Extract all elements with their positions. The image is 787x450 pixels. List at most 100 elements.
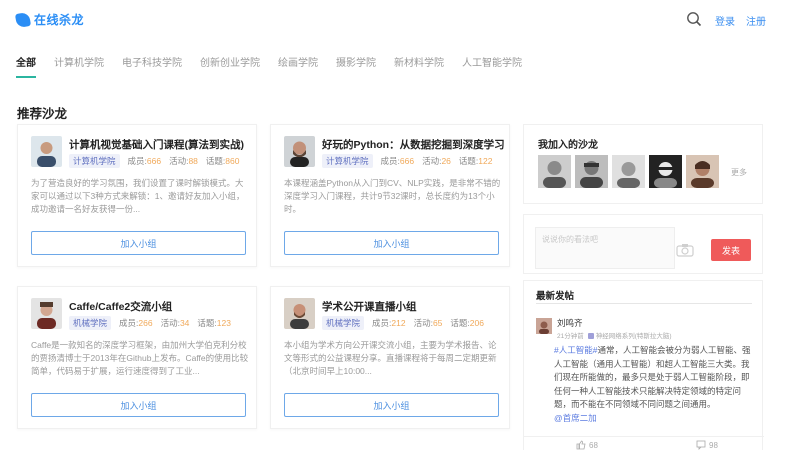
salon-avatar[interactable] [31,136,62,167]
salon-description: Caffe是一款知名的深度学习框架，由加州大学伯克利分校的贾扬清博士于2013年… [31,340,249,376]
joined-avatar[interactable] [538,155,571,188]
tab-materials[interactable]: 新材料学院 [394,54,444,78]
topics-count: 122 [478,156,493,166]
group-icon [587,333,594,339]
members-label: 成员: [372,318,392,328]
salon-description: 为了营造良好的学习氛围，我们设置了课时解锁模式。大家可以通过以下3种方式来解锁：… [31,178,245,214]
activities-label: 活动: [160,318,180,328]
salon-description: 本小组为学术方向公开课交流小组，主要为学术报告、论文等形式的公益课程分享。直播课… [284,340,497,376]
divider [524,436,764,437]
members-count: 666 [399,156,415,166]
comment-count: 98 [709,440,718,450]
salon-tag[interactable]: 计算机学院 [69,154,120,168]
publish-button[interactable]: 发表 [711,239,751,261]
activities-stat: 活动:88 [169,155,198,167]
tab-photography[interactable]: 摄影学院 [336,54,376,78]
post-mention[interactable]: @首席二加 [554,413,597,423]
activities-label: 活动: [413,318,433,328]
activities-label: 活动: [169,156,189,166]
topics-count: 860 [225,156,240,166]
salon-avatar[interactable] [31,298,62,329]
login-link[interactable]: 登录 [715,13,735,28]
divider [536,303,752,304]
tab-innovation[interactable]: 创新创业学院 [200,54,260,78]
more-link[interactable]: 更多 [731,167,747,178]
tab-all[interactable]: 全部 [16,54,36,78]
topics-stat: 话题:122 [459,155,493,167]
topics-count: 206 [469,318,484,328]
activities-label: 活动: [422,156,442,166]
salon-avatar[interactable] [284,298,315,329]
members-stat: 成员:212 [372,317,406,329]
salon-tag[interactable]: 机械学院 [322,316,365,330]
activities-count: 26 [441,156,451,166]
comment-button[interactable]: 98 [696,440,718,450]
salon-card: Caffe/Caffe2交流小组 机械学院 成员:266 活动:34 话题:12… [17,286,257,429]
post-input[interactable]: 说说你的看法吧 [535,227,675,269]
members-count: 212 [391,318,406,328]
like-button[interactable]: 68 [576,440,598,450]
section-title: 推荐沙龙 [17,107,68,121]
top-header: 在线杀龙 登录 注册 [0,0,787,38]
members-label: 成员: [127,156,147,166]
camera-icon[interactable] [676,243,694,257]
salon-tag[interactable]: 机械学院 [69,316,112,330]
avatar[interactable] [536,318,552,334]
salon-meta: 机械学院 成员:266 活动:34 话题:123 [69,316,239,330]
members-stat: 成员:666 [381,155,415,167]
members-count: 666 [146,156,162,166]
salon-title[interactable]: 计算机视觉基础入门课程(算法到实战) [69,137,244,152]
joined-avatar[interactable] [575,155,608,188]
post-group[interactable]: 神经网络系列(特斯拉大脑) [596,333,672,340]
comment-icon [696,440,706,450]
salon-tag[interactable]: 计算机学院 [322,154,373,168]
salon-avatar[interactable] [284,136,315,167]
activities-stat: 活动:26 [422,155,451,167]
category-tabs: 全部 计算机学院 电子科技学院 创新创业学院 绘画学院 摄影学院 新材料学院 人… [16,54,540,78]
salon-title[interactable]: 好玩的Python：从数据挖掘到深度学习 [322,137,505,152]
activities-stat: 活动:34 [161,317,190,329]
post-time: 21分钟前 神经网络系列(特斯拉大脑) [557,330,672,340]
post-time-text: 21分钟前 [557,333,584,340]
register-link[interactable]: 注册 [746,13,766,28]
joined-avatar[interactable] [612,155,645,188]
post-actions: 68 98 [524,436,764,450]
site-logo[interactable]: 在线杀龙 [14,11,84,28]
search-icon[interactable] [686,11,702,27]
salon-meta: 机械学院 成员:212 活动:65 话题:206 [322,316,492,330]
join-group-button[interactable]: 加入小组 [31,231,246,255]
joined-avatar[interactable] [686,155,719,188]
salon-card: 计算机视觉基础入门课程(算法到实战) 计算机学院 成员:666 活动:88 话题… [17,124,257,267]
tab-computer[interactable]: 计算机学院 [54,54,104,78]
members-count: 266 [138,318,153,328]
joined-salons-box: 我加入的沙龙 更多 [523,124,763,204]
activities-count: 65 [432,318,443,328]
members-stat: 成员:666 [128,155,162,167]
post-body: #人工智能#通常，人工智能会被分为弱人工智能、强人工智能（通用人工智能）和超人工… [554,344,756,425]
salon-title[interactable]: 学术公开课直播小组 [322,299,417,314]
activities-count: 88 [188,156,198,166]
activities-stat: 活动:65 [414,317,443,329]
join-group-button[interactable]: 加入小组 [284,231,499,255]
join-group-button[interactable]: 加入小组 [31,393,246,417]
tab-painting[interactable]: 绘画学院 [278,54,318,78]
salon-title[interactable]: Caffe/Caffe2交流小组 [69,299,172,314]
topics-stat: 话题:206 [450,317,484,329]
topics-label: 话题: [458,156,479,166]
topics-label: 话题: [450,318,470,328]
salon-card: 学术公开课直播小组 机械学院 成员:212 活动:65 话题:206 本小组为学… [270,286,510,429]
post-hashtag[interactable]: #人工智能# [554,345,597,355]
topics-count: 123 [216,318,231,328]
post-author[interactable]: 刘鸣齐 [557,317,583,329]
salon-card: 好玩的Python：从数据挖掘到深度学习 计算机学院 成员:666 活动:26 … [270,124,510,267]
salon-meta: 计算机学院 成员:666 活动:26 话题:122 [322,154,500,168]
tab-ai[interactable]: 人工智能学院 [462,54,522,78]
tab-electronics[interactable]: 电子科技学院 [122,54,182,78]
logo-icon [14,11,32,28]
topics-stat: 话题:860 [206,155,240,167]
latest-posts-box: 最新发帖 刘鸣齐 21分钟前 神经网络系列(特斯拉大脑) #人工智能#通常，人工智… [523,280,764,450]
activities-count: 34 [179,318,190,328]
join-group-button[interactable]: 加入小组 [284,393,499,417]
latest-title: 最新发帖 [536,291,575,302]
joined-avatar[interactable] [649,155,682,188]
